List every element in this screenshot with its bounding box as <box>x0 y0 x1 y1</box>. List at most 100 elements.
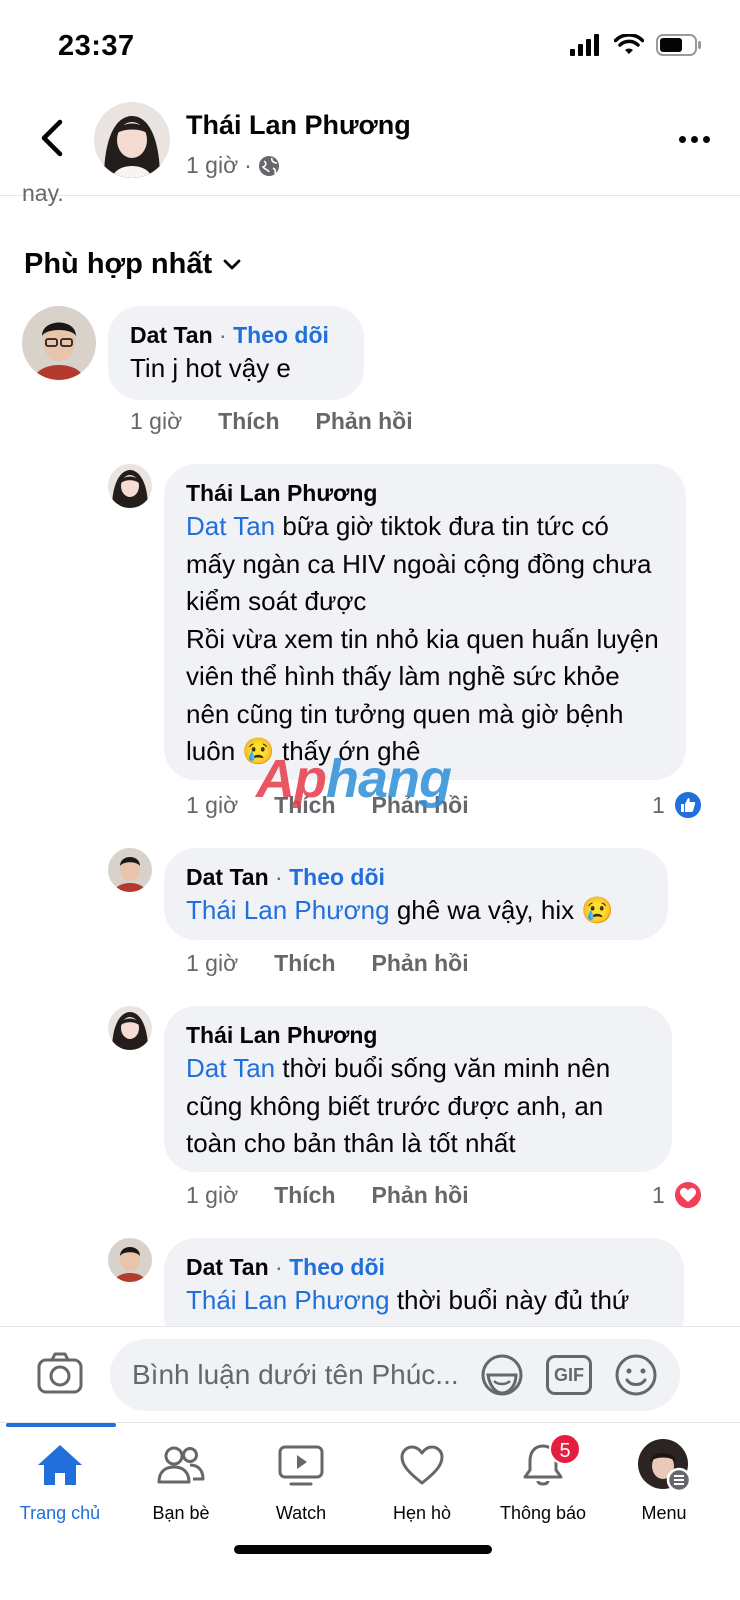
replier-avatar[interactable] <box>108 1006 152 1050</box>
menu-avatar-icon <box>604 1439 724 1492</box>
dot-icon <box>679 136 686 143</box>
comment-text: Dat Tan bữa giờ tiktok đưa tin tức có mấ… <box>186 508 664 621</box>
comment-author[interactable]: Dat Tan <box>186 864 269 890</box>
comment-actions: 1 giờ Thích Phản hồi <box>186 792 469 819</box>
reaction-summary[interactable]: 1 <box>652 1180 703 1210</box>
avatar-photo-icon <box>22 306 96 380</box>
home-indicator <box>234 1545 492 1554</box>
mention-link[interactable]: Dat Tan <box>186 511 275 541</box>
like-button[interactable]: Thích <box>274 792 335 819</box>
camera-icon[interactable] <box>36 1351 84 1395</box>
sticker-icon[interactable] <box>480 1353 524 1397</box>
heart-icon <box>672 1180 703 1210</box>
avatar-photo-icon <box>108 1006 152 1050</box>
reaction-summary[interactable]: 1 <box>652 790 703 820</box>
commenter-avatar[interactable] <box>22 306 96 380</box>
like-icon <box>672 790 703 820</box>
comment-composer: Bình luận dưới tên Phúc... GIF <box>0 1326 740 1422</box>
status-icons <box>570 34 702 56</box>
post-time: 1 giờ <box>186 152 239 178</box>
dot-separator: · <box>212 322 234 348</box>
mention-link[interactable]: Thái Lan Phương <box>186 895 390 925</box>
tab-home[interactable]: Trang chủ <box>0 1439 120 1524</box>
tab-label: Thông báo <box>499 1503 587 1523</box>
follow-link[interactable]: Theo dõi <box>289 1254 385 1280</box>
globe-icon <box>258 155 279 176</box>
comment-text-part: thời buổi này đủ thứ <box>389 1285 630 1315</box>
avatar-photo-icon <box>108 464 152 508</box>
bottom-tab-bar: Trang chủ Bạn bè Watch Hẹn hò 5 Thông bá… <box>0 1422 740 1600</box>
comment-actions: 1 giờ Thích Phản hồi <box>186 950 469 977</box>
mention-link[interactable]: Thái Lan Phương <box>186 1285 390 1315</box>
tab-friends[interactable]: Bạn bè <box>121 1439 241 1524</box>
meta-separator: · <box>244 152 252 178</box>
dot-icon <box>703 136 710 143</box>
post-header: Thái Lan Phương 1 giờ · <box>0 92 740 196</box>
comment-author[interactable]: Thái Lan Phương <box>186 1020 650 1050</box>
comment-author[interactable]: Thái Lan Phương <box>186 478 664 508</box>
comment-text: Thái Lan Phương thời buổi này đủ thứ <box>186 1282 662 1320</box>
reply-bubble[interactable]: Thái Lan Phương Dat Tan thời buổi sống v… <box>164 1006 672 1172</box>
mention-link[interactable]: Dat Tan <box>186 1053 275 1083</box>
watch-icon <box>241 1439 361 1491</box>
avatar-photo-icon <box>94 102 170 178</box>
comment-sort-dropdown[interactable]: Phù hợp nhất <box>24 248 242 281</box>
replier-avatar[interactable] <box>108 1238 152 1282</box>
reply-button[interactable]: Phản hồi <box>372 792 469 819</box>
more-options-button[interactable] <box>679 136 710 143</box>
comment-input[interactable]: Bình luận dưới tên Phúc... GIF <box>110 1339 680 1411</box>
comment-author-line: Dat Tan · Theo dõi <box>186 862 646 892</box>
friends-icon <box>121 1439 241 1491</box>
comment-text: Thái Lan Phương ghê wa vậy, hix 😢 <box>186 892 646 930</box>
crying-emoji-icon: 😢 <box>581 895 614 925</box>
gif-button[interactable]: GIF <box>546 1355 592 1395</box>
comment-actions: 1 giờ Thích Phản hồi <box>186 1182 469 1209</box>
comment-author[interactable]: Dat Tan <box>186 1254 269 1280</box>
comment-author[interactable]: Dat Tan <box>130 322 213 348</box>
reply-bubble[interactable]: Thái Lan Phương Dat Tan bữa giờ tiktok đ… <box>164 464 686 780</box>
replier-avatar[interactable] <box>108 848 152 892</box>
tab-label: Watch <box>275 1503 327 1523</box>
back-arrow-icon[interactable] <box>36 118 70 158</box>
tab-menu[interactable]: Menu <box>604 1439 724 1524</box>
reply-button[interactable]: Phản hồi <box>372 1182 469 1209</box>
tab-notifications[interactable]: 5 Thông báo <box>483 1433 603 1524</box>
bell-icon: 5 <box>483 1433 603 1491</box>
comment-text-part: ghê wa vậy, hix <box>389 895 582 925</box>
comment-time: 1 giờ <box>186 1182 239 1208</box>
previous-post-text: nay. <box>22 184 64 206</box>
reply-bubble[interactable]: Dat Tan · Theo dõi Thái Lan Phương ghê w… <box>164 848 668 940</box>
comment-author-line: Dat Tan · Theo dõi <box>130 320 342 350</box>
reply-button[interactable]: Phản hồi <box>372 950 469 977</box>
post-meta: 1 giờ · <box>186 152 280 179</box>
comment-time: 1 giờ <box>186 792 239 818</box>
comment-text: Dat Tan thời buổi sống văn minh nên cũng… <box>186 1050 650 1163</box>
active-tab-indicator <box>6 1423 116 1427</box>
like-button[interactable]: Thích <box>218 408 279 435</box>
avatar-photo-icon <box>108 1238 152 1282</box>
comment-author-line: Dat Tan · Theo dõi <box>186 1252 662 1282</box>
author-avatar[interactable] <box>94 102 170 178</box>
crying-emoji-icon: 😢 <box>242 736 275 766</box>
like-button[interactable]: Thích <box>274 1182 335 1209</box>
status-bar: 23:37 <box>0 0 740 92</box>
comment-bubble[interactable]: Dat Tan · Theo dõi Tin j hot vậy e <box>108 306 364 400</box>
tab-dating[interactable]: Hẹn hò <box>362 1439 482 1524</box>
tab-label: Hẹn hò <box>392 1503 452 1523</box>
tab-label: Trang chủ <box>19 1503 101 1523</box>
post-author-name[interactable]: Thái Lan Phương <box>186 110 411 141</box>
notification-badge: 5 <box>549 1433 581 1465</box>
like-button[interactable]: Thích <box>274 950 335 977</box>
comment-input-placeholder: Bình luận dưới tên Phúc... <box>132 1359 459 1390</box>
reply-button[interactable]: Phản hồi <box>316 408 413 435</box>
status-time: 23:37 <box>58 30 135 62</box>
tab-watch[interactable]: Watch <box>241 1439 361 1524</box>
emoji-icon[interactable] <box>614 1353 658 1397</box>
battery-icon <box>656 34 701 56</box>
tab-label: Bạn bè <box>152 1503 210 1523</box>
follow-link[interactable]: Theo dõi <box>289 864 385 890</box>
replier-avatar[interactable] <box>108 464 152 508</box>
follow-link[interactable]: Theo dõi <box>233 322 329 348</box>
home-icon <box>0 1439 120 1491</box>
wifi-icon <box>614 34 644 54</box>
